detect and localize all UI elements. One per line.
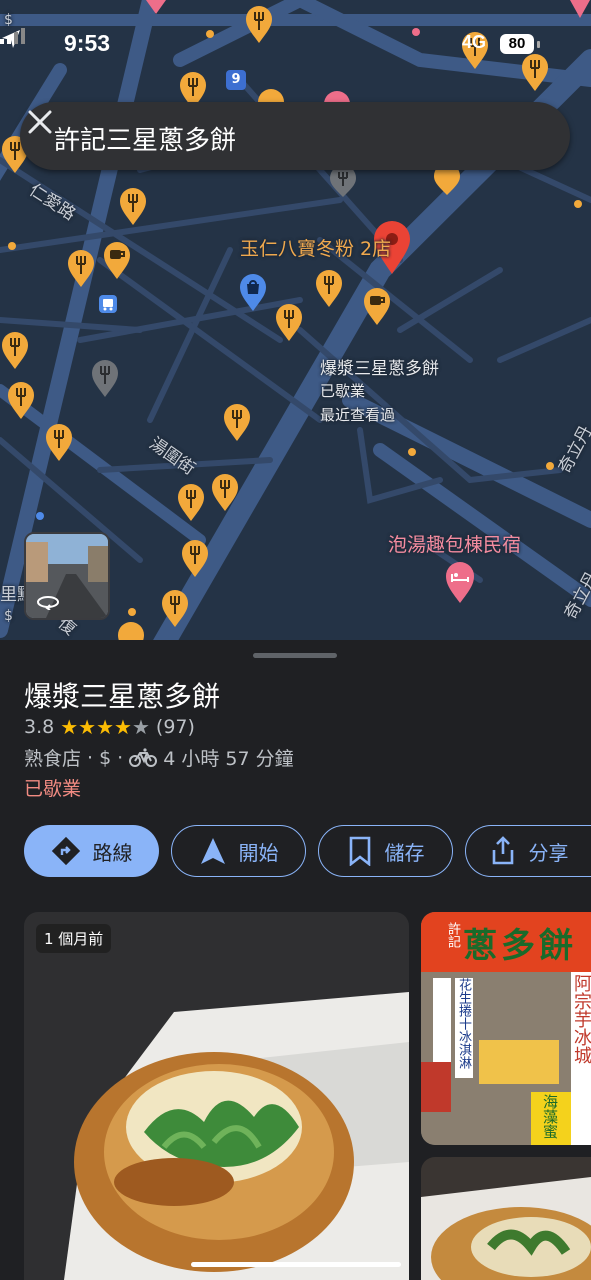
search-query[interactable]: 許記三星蔥多餅 [54, 120, 236, 157]
star-rating: ★ ★ ★ ★ ★ [60, 717, 150, 737]
battery-nub [537, 41, 540, 48]
food-closeup-photo [421, 1157, 591, 1280]
share-icon [492, 836, 513, 865]
close-icon[interactable] [20, 102, 60, 142]
map-view[interactable]: 9 玉仁八寶冬粉 2店 爆漿三星蔥多餅 已歇業 最近查看過 泡湯趣包棟民宿 仁愛… [0, 0, 591, 640]
banner-text: 海藻蜜 [541, 1094, 559, 1139]
star-icon: ★ [60, 715, 79, 739]
bookmark-icon [349, 836, 370, 866]
business-status: 已歇業 [24, 778, 82, 800]
photo-food-closeup[interactable] [421, 1157, 591, 1280]
directions-label: 路線 [92, 840, 133, 865]
restaurant-pin-icon[interactable] [66, 248, 96, 288]
drag-handle[interactable] [253, 653, 337, 658]
start-navigation-button[interactable]: 開始 [171, 825, 306, 877]
street-view-thumbnail[interactable] [24, 532, 110, 620]
restaurant-pin-icon[interactable] [180, 538, 210, 578]
status-bar: 9:53 4G 80 [0, 28, 591, 62]
review-count[interactable]: (97) [156, 716, 195, 738]
clock: 9:53 [64, 30, 111, 56]
start-label: 開始 [238, 840, 279, 865]
food-photo [24, 912, 409, 1280]
map-label-poi[interactable]: 玉仁八寶冬粉 2店 [240, 234, 391, 261]
lodging-pin-icon[interactable] [144, 0, 168, 16]
share-label: 分享 [528, 840, 569, 865]
banner-text: 花生捲十冰淇淋 [456, 978, 471, 1069]
separator: · [87, 746, 94, 769]
photo-main[interactable]: 1 個月前 [24, 912, 409, 1280]
separator: · [117, 746, 124, 769]
map-label-selected-status: 已歇業 [320, 382, 366, 400]
place-title: 爆漿三星蔥多餅 [24, 680, 221, 713]
rating-value: 3.8 [24, 716, 55, 738]
cafe-pin-icon[interactable] [102, 240, 132, 280]
place-details-sheet[interactable]: 爆漿三星蔥多餅 3.8 ★ ★ ★ ★ ★ (97) 熟食店 · $ · 4 小… [0, 640, 591, 1280]
shopping-pin-icon[interactable] [238, 272, 268, 312]
restaurant-pin-icon[interactable] [176, 482, 206, 522]
closed-place-pin-icon[interactable] [328, 168, 358, 198]
save-button[interactable]: 儲存 [318, 825, 453, 877]
directions-icon [51, 836, 80, 866]
restaurant-pin-icon[interactable] [222, 402, 252, 442]
sign-text: 蔥多餅 [463, 926, 577, 966]
star-empty-icon: ★ [131, 715, 150, 739]
route-badge: 9 [226, 70, 246, 90]
restaurant-pin-icon[interactable] [210, 472, 240, 512]
category: 熟食店 [24, 748, 82, 770]
restaurant-pin-icon[interactable] [256, 88, 286, 102]
restaurant-pin-icon[interactable] [160, 588, 190, 628]
cellular-signal-icon [0, 28, 25, 44]
save-label: 儲存 [384, 840, 425, 865]
star-icon: ★ [78, 715, 97, 739]
search-bar[interactable]: 許記三星蔥多餅 [20, 102, 570, 170]
home-indicator[interactable] [191, 1262, 401, 1267]
restaurant-pin-icon[interactable] [432, 166, 462, 196]
restaurant-pin-icon[interactable] [116, 620, 146, 640]
lodging-pin-icon[interactable] [568, 0, 591, 20]
photo-storefront[interactable]: 蔥多餅 許記 花生捲十冰淇淋 阿宗芋冰城 海藻蜜 [421, 912, 591, 1145]
map-label-selected-note: 最近查看過 [320, 406, 396, 424]
cafe-pin-icon[interactable] [362, 286, 392, 326]
restaurant-pin-icon[interactable] [274, 302, 304, 342]
navigation-arrow-icon [200, 838, 225, 864]
bus-stop-icon[interactable] [98, 294, 118, 314]
restaurant-pin-icon[interactable] [44, 422, 74, 462]
bicycle-icon [129, 747, 158, 767]
restaurant-pin-icon[interactable] [314, 268, 344, 308]
map-label-selected-name[interactable]: 爆漿三星蔥多餅 [320, 354, 439, 379]
network-type: 4G [462, 32, 487, 52]
rotate-360-icon [37, 596, 59, 610]
restaurant-pin-icon[interactable] [6, 380, 36, 420]
price-label: $ [4, 12, 13, 28]
map-label-lodging[interactable]: 泡湯趣包棟民宿 [388, 530, 521, 557]
photo-date-badge: 1 個月前 [36, 924, 112, 953]
closed-place-pin-icon[interactable] [90, 358, 120, 398]
star-icon: ★ [96, 715, 115, 739]
sign-side-text: 許記 [445, 922, 460, 948]
battery-icon: 80 [500, 34, 534, 54]
price-label: $ [4, 608, 13, 624]
star-icon: ★ [114, 715, 132, 739]
travel-time: 4 小時 57 分鐘 [163, 748, 294, 770]
share-button[interactable]: 分享 [465, 825, 591, 877]
place-meta: 熟食店 · $ · 4 小時 57 分鐘 [24, 744, 294, 771]
rating-row[interactable]: 3.8 ★ ★ ★ ★ ★ (97) [24, 716, 195, 738]
directions-button[interactable]: 路線 [24, 825, 159, 877]
banner-text: 阿宗芋冰城 [571, 974, 591, 1064]
price-level: $ [99, 746, 112, 769]
restaurant-pin-icon[interactable] [0, 330, 30, 370]
restaurant-pin-icon[interactable] [118, 186, 148, 226]
lodging-pin-icon[interactable] [444, 560, 476, 604]
